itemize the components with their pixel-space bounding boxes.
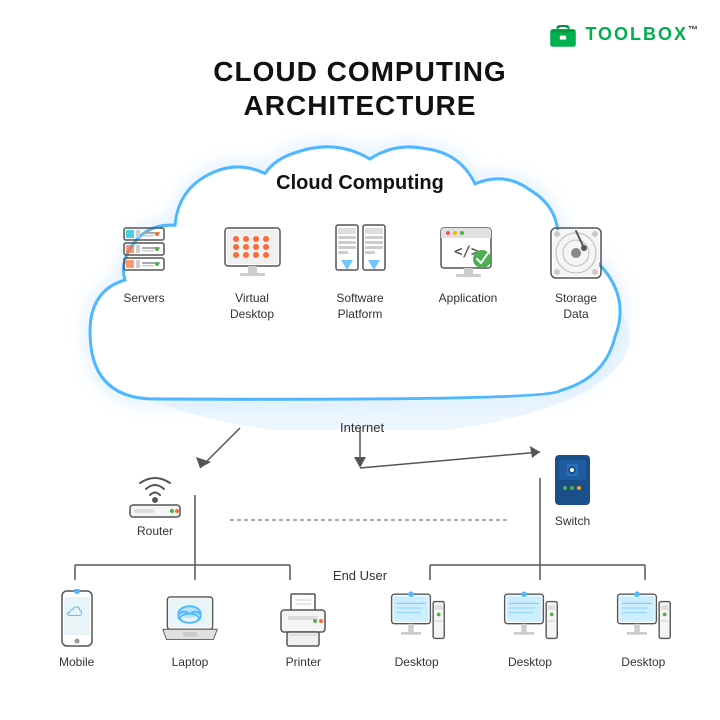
switch-icon [545,450,600,510]
desktop3-label: Desktop [621,655,665,669]
toolbox-logo-icon [547,18,579,50]
application-label: Application [439,291,498,307]
device-laptop: Laptop [145,590,235,669]
desktop2-icon [500,590,560,650]
router-label: Router [137,524,173,538]
storage-data-label: StorageData [555,291,597,322]
toolbox-name: TOOLBOX [585,24,688,44]
device-printer: Printer [258,590,348,669]
printer-label: Printer [286,655,321,669]
cloud-item-virtual-desktop: VirtualDesktop [207,220,297,322]
device-mobile: Mobile [32,590,122,669]
software-platform-icon [328,220,393,285]
desktop1-icon [387,590,447,650]
title-line2: ARCHITECTURE [0,89,720,123]
toolbox-tm: ™ [688,25,700,36]
router-icon [120,465,190,520]
switch-group: Switch [545,450,600,528]
title-line1: CLOUD COMPUTING [0,55,720,89]
mobile-icon [47,590,107,650]
cloud-item-servers: Servers [99,220,189,307]
desktop2-label: Desktop [508,655,552,669]
device-desktop2: Desktop [485,590,575,669]
toolbox-brand-text: TOOLBOX™ [585,24,700,45]
laptop-icon [160,590,220,650]
storage-data-icon [544,220,609,285]
desktop1-label: Desktop [395,655,439,669]
cloud-item-storage-data: StorageData [531,220,621,322]
cloud-item-software-platform: SoftwarePlatform [315,220,405,322]
cloud-item-application: </> Application [423,220,513,307]
router-group: Router [120,465,190,538]
servers-label: Servers [123,291,164,307]
bottom-devices: Mobile [0,590,720,669]
device-desktop3: Desktop [598,590,688,669]
software-platform-label: SoftwarePlatform [336,291,383,322]
virtual-desktop-icon [220,220,285,285]
laptop-label: Laptop [172,655,209,669]
switch-label: Switch [555,514,590,528]
desktop3-icon [613,590,673,650]
network-section: Internet Router [0,420,720,720]
printer-icon [273,590,333,650]
device-desktop1: Desktop [372,590,462,669]
cloud-container: Cloud Computing [60,130,660,430]
mobile-label: Mobile [59,655,94,669]
cloud-items: Servers [60,220,660,322]
servers-icon [112,220,177,285]
toolbox-logo: TOOLBOX™ [547,18,700,50]
internet-label: Internet [340,420,384,435]
cloud-label: Cloud Computing [276,172,444,195]
end-user-label: End User [333,568,387,583]
virtual-desktop-label: VirtualDesktop [230,291,274,322]
application-icon: </> [436,220,501,285]
